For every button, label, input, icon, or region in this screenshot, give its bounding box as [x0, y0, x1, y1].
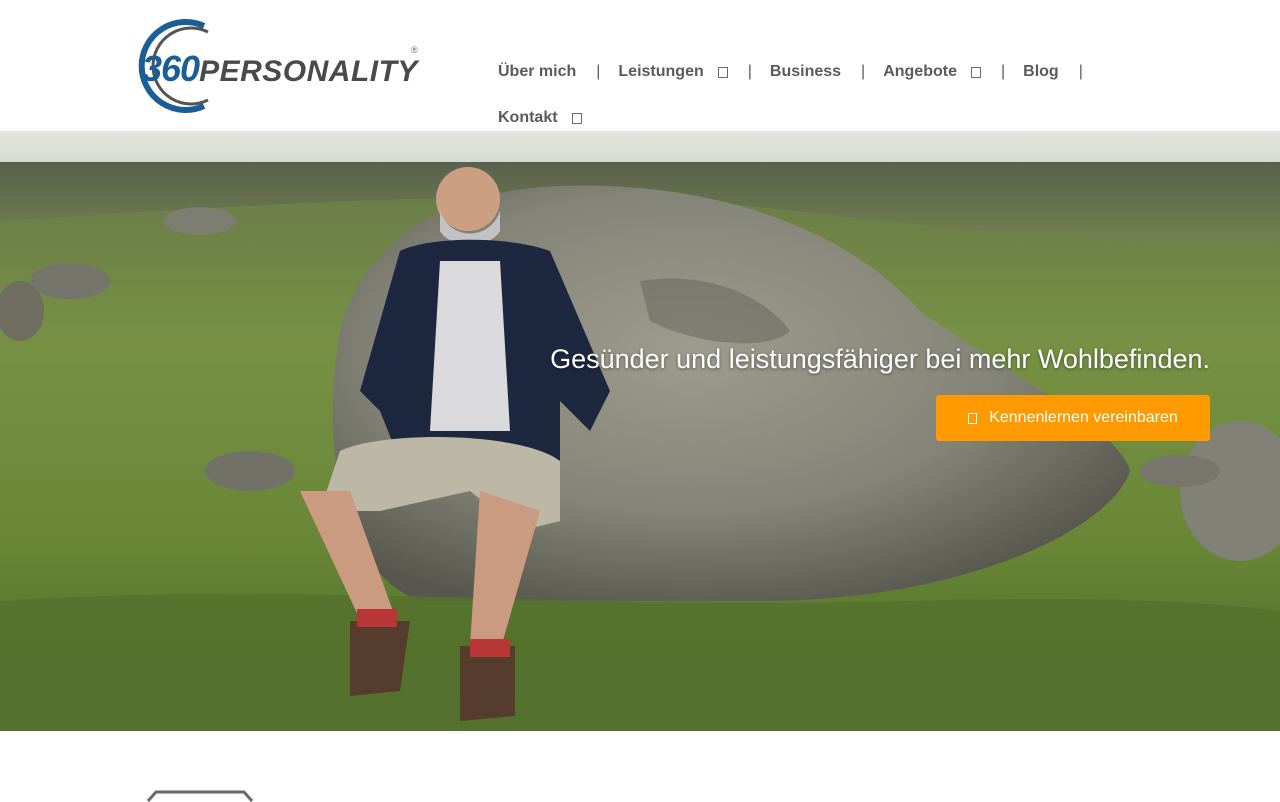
- kennenlernen-button[interactable]: Kennenlernen vereinbaren: [936, 395, 1210, 441]
- nav-item-kontakt[interactable]: Kontakt: [498, 104, 582, 132]
- submenu-icon: [717, 66, 728, 78]
- cta-label: Kennenlernen vereinbaren: [989, 409, 1178, 426]
- nav-item-ueber-mich[interactable]: Über mich: [498, 58, 576, 86]
- logo-word: PERSONALITY: [199, 55, 418, 88]
- nav-label: Über mich: [498, 63, 577, 80]
- nav-item-business[interactable]: Business: [770, 58, 841, 86]
- hexagon-icon: [146, 790, 254, 802]
- site-logo[interactable]: 360PERSONALITY ®: [116, 18, 426, 114]
- nav-label: Kontakt: [498, 109, 558, 126]
- nav-separator: |: [596, 63, 601, 80]
- registered-mark: ®: [411, 45, 418, 55]
- submenu-icon: [571, 112, 582, 124]
- logo-number: 360: [142, 48, 200, 89]
- content-section: [0, 731, 1280, 802]
- nav-separator: |: [861, 63, 866, 80]
- nav-separator: |: [1000, 63, 1006, 80]
- nav-row-2: Kontakt: [498, 104, 582, 132]
- nav-separator: |: [1078, 63, 1083, 80]
- site-header: 360PERSONALITY ® Über mich | Leistungen …: [0, 0, 1280, 131]
- nav-row-1: Über mich | Leistungen | Business | Ange…: [498, 58, 1101, 86]
- hero-section: Gesünder und leistungsfähiger bei mehr W…: [0, 131, 1280, 731]
- nav-label: Angebote: [883, 63, 957, 80]
- calendar-icon: [968, 412, 978, 424]
- nav-label: Leistungen: [618, 63, 704, 80]
- logo-wordmark: 360PERSONALITY: [142, 48, 418, 90]
- nav-item-leistungen[interactable]: Leistungen: [618, 58, 728, 86]
- hero-top-fade: [0, 131, 1280, 162]
- nav-label: Blog: [1023, 63, 1059, 80]
- hero-tagline: Gesünder und leistungsfähiger bei mehr W…: [550, 344, 1210, 374]
- nav-separator: |: [747, 63, 752, 80]
- nav-item-blog[interactable]: Blog: [1023, 58, 1059, 86]
- submenu-icon: [970, 66, 981, 78]
- nav-label: Business: [769, 63, 842, 80]
- nav-item-angebote[interactable]: Angebote: [883, 58, 981, 86]
